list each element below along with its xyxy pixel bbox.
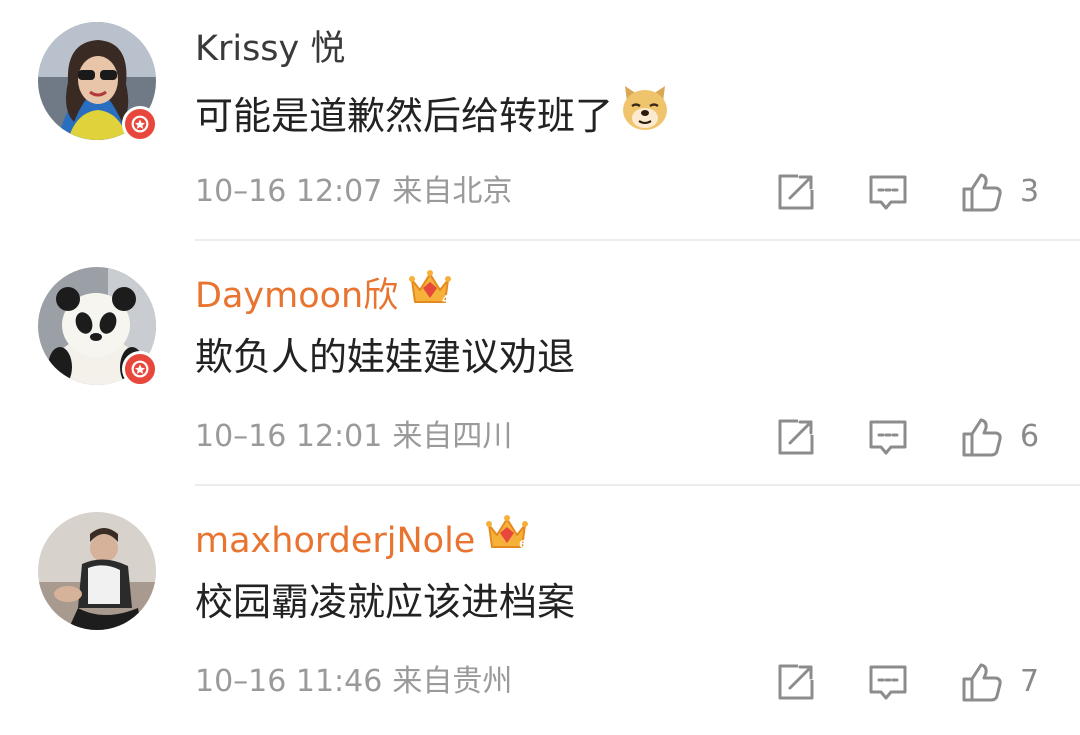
vip-crown-icon: 6 (485, 513, 529, 565)
vip-level: 6 (519, 538, 527, 551)
avatar[interactable] (38, 512, 156, 630)
star-badge-icon (129, 113, 151, 135)
comment-username[interactable]: Krissy 悦 (195, 26, 345, 72)
comment-date: 10–16 12:01 (195, 419, 383, 454)
reply-icon[interactable] (866, 660, 910, 704)
comment-meta: 10–16 12:07 来自北京 (195, 172, 512, 212)
like-icon[interactable] (960, 170, 1004, 214)
doge-emoji-icon (619, 82, 671, 147)
comment-username[interactable]: Daymoon欣 4 (195, 268, 452, 323)
divider (195, 484, 1080, 486)
share-icon[interactable] (774, 415, 818, 459)
comment-text-body: 可能是道歉然后给转班了 (195, 94, 614, 138)
divider (195, 239, 1080, 241)
share-icon[interactable] (774, 170, 818, 214)
vip-crown-icon: 4 (408, 268, 452, 320)
verified-badge (122, 351, 158, 387)
like-count: 3 (1020, 174, 1040, 209)
like-count: 7 (1020, 664, 1040, 699)
like-icon[interactable] (960, 660, 1004, 704)
comment-location: 来自北京 (392, 174, 513, 209)
comment-item: Krissy 悦 可能是道歉然后给转班了 10–16 12:07 来自北京 3 (0, 0, 1080, 245)
reply-icon[interactable] (866, 170, 910, 214)
avatar-wrapper[interactable] (38, 22, 158, 142)
vip-level: 4 (442, 293, 450, 306)
comment-date: 10–16 11:46 (195, 664, 383, 699)
comment-text: 欺负人的娃娃建议劝退 (195, 335, 576, 379)
username-text: maxhorderjNole (195, 521, 476, 561)
avatar-wrapper[interactable] (38, 512, 156, 630)
like-icon[interactable] (960, 415, 1004, 459)
username-text: Daymoon欣 (195, 276, 399, 316)
comment-location: 来自贵州 (392, 664, 513, 699)
comment-meta: 10–16 11:46 来自贵州 (195, 662, 512, 702)
comment-date: 10–16 12:07 (195, 174, 383, 209)
comment-location: 来自四川 (392, 419, 513, 454)
comment-item: Daymoon欣 4 欺负人的娃娃建议劝退 10–16 12:01 来自四川 6 (0, 245, 1080, 490)
like-count: 6 (1020, 419, 1040, 454)
avatar-wrapper[interactable] (38, 267, 158, 387)
comment-text: 可能是道歉然后给转班了 (195, 86, 671, 151)
comment-text: 校园霸凌就应该进档案 (195, 580, 576, 624)
comment-item: maxhorderjNole 6 校园霸凌就应该进档案 10–16 11:46 来… (0, 490, 1080, 735)
star-badge-icon (129, 358, 151, 380)
verified-badge (122, 106, 158, 142)
comment-meta: 10–16 12:01 来自四川 (195, 417, 512, 457)
comment-username[interactable]: maxhorderjNole 6 (195, 513, 529, 568)
share-icon[interactable] (774, 660, 818, 704)
reply-icon[interactable] (866, 415, 910, 459)
